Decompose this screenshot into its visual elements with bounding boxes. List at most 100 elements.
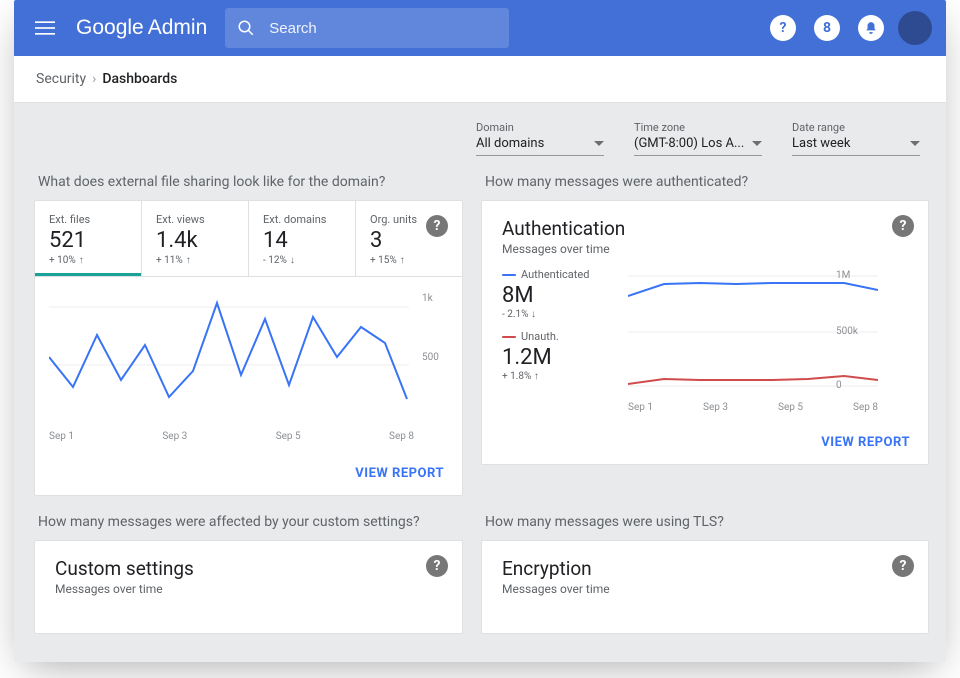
notifications-button[interactable]: [854, 11, 888, 45]
filter-domain[interactable]: Domain All domains: [476, 121, 604, 156]
menu-icon[interactable]: [28, 11, 62, 45]
x-tick: Sep 3: [703, 402, 728, 413]
topbar: Google Admin ? 8: [14, 0, 946, 56]
help-icon[interactable]: ?: [892, 555, 914, 577]
brand-admin: Admin: [148, 16, 208, 40]
cards-grid: What does external file sharing look lik…: [34, 174, 926, 634]
bell-icon: [858, 15, 884, 41]
y-tick: 0: [836, 380, 870, 391]
x-tick: Sep 5: [778, 402, 803, 413]
line-chart-svg: [49, 295, 409, 425]
dropdown-icon: [752, 141, 762, 146]
tab-org-units[interactable]: Org. units 3 + 15%: [356, 201, 462, 276]
y-tick: 1M: [836, 270, 870, 281]
x-tick: Sep 3: [162, 431, 187, 442]
section-authentication: How many messages were authenticated? ? …: [481, 174, 929, 496]
app-window: Google Admin ? 8 Security › Dashboards: [14, 0, 946, 662]
tab-value: 521: [49, 228, 127, 253]
section-question: How many messages were using TLS?: [485, 514, 929, 530]
help-button[interactable]: ?: [766, 11, 800, 45]
series-legend: Authenticated 8M - 2.1% Unauth. 1.2M + 1…: [502, 268, 614, 413]
help-icon[interactable]: ?: [892, 215, 914, 237]
card-title: Encryption: [502, 557, 908, 580]
x-axis: Sep 1 Sep 3 Sep 5 Sep 8: [49, 425, 414, 442]
x-tick: Sep 8: [853, 402, 878, 413]
arrow-up-icon: [79, 255, 84, 266]
x-tick: Sep 5: [276, 431, 301, 442]
series-delta: + 1.8%: [502, 371, 531, 382]
card-subtitle: Messages over time: [502, 242, 908, 256]
tab-ext-views[interactable]: Ext. views 1.4k + 11%: [142, 201, 249, 276]
brand-google: Google: [76, 16, 144, 40]
tab-label: Ext. views: [156, 213, 234, 226]
tab-delta: + 15%: [370, 255, 397, 266]
series-unauth: Unauth. 1.2M + 1.8%: [502, 330, 614, 382]
tab-delta: + 10%: [49, 255, 76, 266]
breadcrumb-current: Dashboards: [102, 71, 177, 87]
tab-label: Ext. files: [49, 213, 127, 226]
content: Domain All domains Time zone (GMT-8:00) …: [14, 103, 946, 634]
x-tick: Sep 1: [628, 402, 653, 413]
series-value: 8M: [502, 283, 614, 308]
series-value: 1.2M: [502, 345, 614, 370]
apps-icon: 8: [814, 15, 840, 41]
view-report-link[interactable]: VIEW REPORT: [821, 435, 910, 450]
x-tick: Sep 8: [389, 431, 414, 442]
arrow-up-icon: [400, 255, 405, 266]
help-icon: ?: [770, 15, 796, 41]
x-tick: Sep 1: [49, 431, 74, 442]
arrow-down-icon: [290, 255, 295, 266]
card-title: Custom settings: [55, 557, 442, 580]
metric-tabs: Ext. files 521 + 10% Ext. views 1.4k + 1…: [35, 201, 462, 277]
x-axis: Sep 1 Sep 3 Sep 5 Sep 8: [628, 396, 878, 413]
dropdown-icon: [910, 141, 920, 146]
card-custom-settings: ? Custom settings Messages over time: [34, 540, 463, 634]
card-file-sharing: ? Ext. files 521 + 10% Ext. views 1.4k +…: [34, 200, 463, 496]
y-tick: 500k: [836, 326, 870, 337]
dropdown-icon: [594, 141, 604, 146]
search-input[interactable]: [267, 19, 497, 38]
account-avatar[interactable]: [898, 11, 932, 45]
help-icon[interactable]: ?: [426, 215, 448, 237]
section-question: How many messages were authenticated?: [485, 174, 929, 190]
card-subtitle: Messages over time: [55, 582, 442, 596]
section-question: How many messages were affected by your …: [38, 514, 463, 530]
tab-value: 14: [263, 228, 341, 253]
series-delta: - 2.1%: [502, 309, 528, 320]
section-question: What does external file sharing look lik…: [38, 174, 463, 190]
legend-swatch-icon: [502, 274, 516, 276]
y-tick: 500: [422, 352, 454, 363]
filter-daterange[interactable]: Date range Last week: [792, 121, 920, 156]
legend-swatch-icon: [502, 336, 516, 338]
tab-label: Ext. domains: [263, 213, 341, 226]
card-title: Authentication: [502, 217, 908, 240]
tab-ext-files[interactable]: Ext. files 521 + 10%: [35, 201, 142, 276]
search-box[interactable]: [225, 8, 509, 48]
section-encryption: How many messages were using TLS? ? Encr…: [481, 514, 929, 634]
chevron-right-icon: ›: [92, 71, 96, 87]
breadcrumb-root[interactable]: Security: [36, 71, 86, 87]
section-file-sharing: What does external file sharing look lik…: [34, 174, 463, 496]
card-encryption: ? Encryption Messages over time: [481, 540, 929, 634]
card-subtitle: Messages over time: [502, 582, 908, 596]
filter-label: Date range: [792, 121, 920, 134]
file-sharing-chart: 1k 500 Sep 1 Sep 3 Sep 5 Sep 8: [35, 277, 462, 450]
filter-label: Domain: [476, 121, 604, 134]
apps-button[interactable]: 8: [810, 11, 844, 45]
view-report-link[interactable]: VIEW REPORT: [355, 466, 444, 481]
tab-value: 1.4k: [156, 228, 234, 253]
filters: Domain All domains Time zone (GMT-8:00) …: [34, 121, 920, 156]
filter-value: (GMT-8:00) Los A...: [634, 136, 744, 151]
section-custom-settings: How many messages were affected by your …: [34, 514, 463, 634]
help-icon[interactable]: ?: [426, 555, 448, 577]
filter-label: Time zone: [634, 121, 762, 134]
tab-ext-domains[interactable]: Ext. domains 14 - 12%: [249, 201, 356, 276]
arrow-up-icon: [186, 255, 191, 266]
card-authentication: ? Authentication Messages over time Auth…: [481, 200, 929, 465]
search-icon: [237, 19, 255, 37]
series-label: Unauth.: [521, 330, 559, 343]
breadcrumb: Security › Dashboards: [14, 56, 946, 103]
y-tick: 1k: [422, 293, 454, 304]
series-label: Authenticated: [521, 268, 589, 281]
filter-timezone[interactable]: Time zone (GMT-8:00) Los A...: [634, 121, 762, 156]
